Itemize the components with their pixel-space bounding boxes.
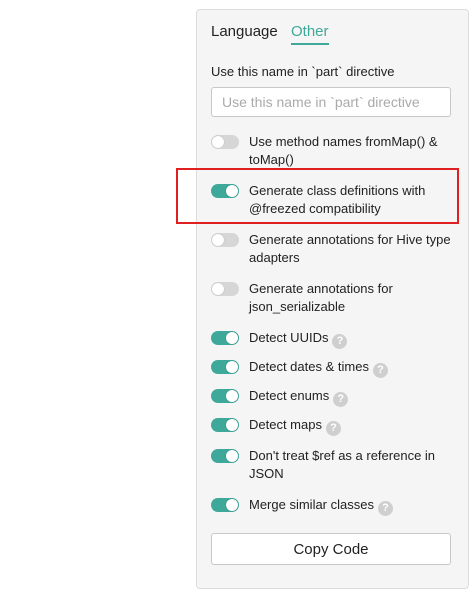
detect-maps-toggle[interactable] [211, 418, 239, 432]
option-label: Detect maps [249, 417, 322, 432]
option-label: Generate class definitions with @freezed… [249, 183, 426, 216]
toggle-knob [226, 419, 238, 431]
hive-toggle[interactable] [211, 233, 239, 247]
option-label: Use method names fromMap() & toMap() [249, 134, 438, 167]
toggle-knob [226, 450, 238, 462]
copy-code-button[interactable]: Copy Code [211, 533, 451, 565]
detect-uuids-toggle[interactable] [211, 331, 239, 345]
option-label: Generate annotations for Hive type adapt… [249, 232, 451, 265]
method-names-toggle[interactable] [211, 135, 239, 149]
option-label: Merge similar classes [249, 497, 374, 512]
option-text: Detect enums? [249, 387, 461, 407]
freezed-toggle[interactable] [211, 184, 239, 198]
merge-classes-toggle[interactable] [211, 498, 239, 512]
option-label: Detect enums [249, 388, 330, 403]
part-name-input[interactable] [211, 87, 451, 117]
detect-dates-toggle[interactable] [211, 360, 239, 374]
toggle-knob [226, 332, 238, 344]
question-circle-icon[interactable]: ? [332, 334, 348, 349]
toggle-knob [212, 234, 224, 246]
tab-language[interactable]: Language [211, 23, 278, 40]
option-text: Detect dates & times? [249, 358, 461, 378]
option-label: Don't treat $ref as a reference in JSON [249, 448, 436, 481]
question-circle-icon[interactable]: ? [325, 421, 341, 436]
option-label: Detect UUIDs [249, 330, 329, 345]
toggle-knob [226, 361, 238, 373]
options-panel: Language Other Use this name in `part` d… [196, 9, 469, 589]
ref-handling-toggle[interactable] [211, 449, 239, 463]
toggle-knob [226, 499, 238, 511]
option-text: Detect UUIDs? [249, 329, 461, 349]
toggle-knob [226, 185, 238, 197]
option-label: Detect dates & times [249, 359, 369, 374]
option-label: Generate annotations for json_serializab… [249, 281, 393, 314]
tab-other[interactable]: Other [291, 23, 329, 45]
question-circle-icon[interactable]: ? [333, 392, 349, 407]
toggle-knob [226, 390, 238, 402]
toggle-knob [212, 136, 224, 148]
part-name-label: Use this name in `part` directive [211, 64, 395, 79]
option-text: Merge similar classes? [249, 496, 461, 516]
detect-enums-toggle[interactable] [211, 389, 239, 403]
option-text: Detect maps? [249, 416, 461, 436]
toggle-knob [212, 283, 224, 295]
json-serializable-toggle[interactable] [211, 282, 239, 296]
question-circle-icon[interactable]: ? [372, 363, 388, 378]
question-circle-icon[interactable]: ? [377, 501, 393, 516]
